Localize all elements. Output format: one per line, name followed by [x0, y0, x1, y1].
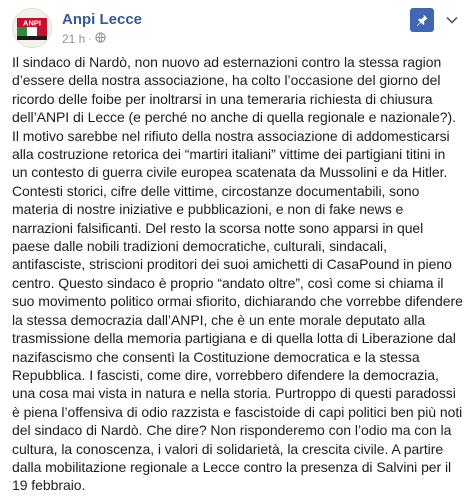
chevron-down-icon [446, 16, 458, 24]
pin-icon [417, 14, 428, 26]
anpi-logo: ANPI [13, 9, 51, 47]
globe-icon [95, 32, 106, 46]
meta-separator: · [88, 33, 92, 45]
post-meta: 21 h · [62, 32, 106, 46]
post-header: ANPI Anpi Lecce 21 h · [12, 8, 464, 52]
svg-text:ANPI: ANPI [23, 19, 41, 28]
facebook-post: ANPI Anpi Lecce 21 h · Il sindaco di Nar… [0, 0, 474, 498]
post-options-button[interactable] [440, 8, 464, 32]
avatar[interactable]: ANPI [12, 8, 52, 48]
post-body-text: Il sindaco di Nardò, non nuovo ad estern… [12, 54, 463, 494]
pin-button[interactable] [410, 8, 434, 32]
page-name-link[interactable]: Anpi Lecce [62, 11, 142, 28]
post-timestamp[interactable]: 21 h [62, 32, 85, 46]
